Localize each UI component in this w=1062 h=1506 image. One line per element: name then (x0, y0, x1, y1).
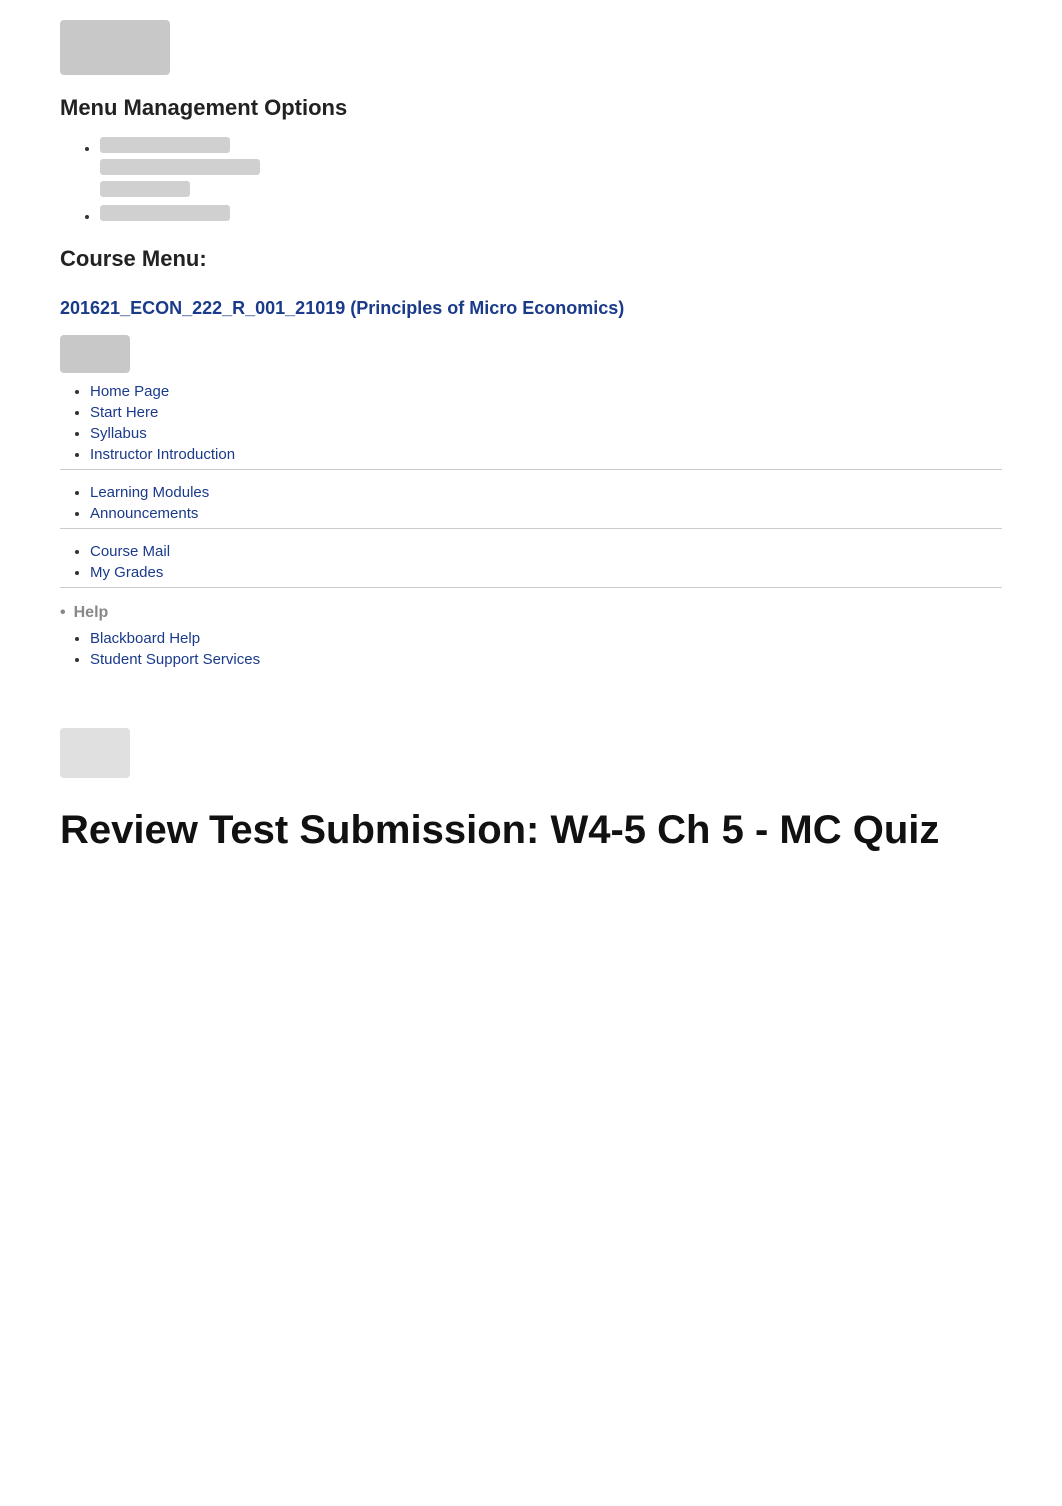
nav-divider-3 (60, 587, 1002, 588)
menu-management-item-1 (100, 137, 1002, 197)
nav-item-course-mail: Course Mail (90, 543, 1002, 560)
nav-link-learning-modules[interactable]: Learning Modules (90, 484, 209, 501)
nav-divider-1 (60, 469, 1002, 470)
course-link[interactable]: 201621_ECON_222_R_001_21019 (Principles … (60, 298, 624, 318)
nav-item-syllabus: Syllabus (90, 425, 1002, 442)
nav-item-home: Home Page (90, 383, 1002, 400)
blurred-item-1b (100, 159, 260, 175)
bullet-icon: • (60, 604, 66, 622)
page-main-title: Review Test Submission: W4-5 Ch 5 - MC Q… (60, 808, 1002, 853)
nav-item-learning-modules: Learning Modules (90, 484, 1002, 501)
nav-item-blackboard-help: Blackboard Help (90, 630, 1002, 647)
nav-group-3: Course Mail My Grades (60, 543, 1002, 588)
nav-item-my-grades: My Grades (90, 564, 1002, 581)
blurred-item-1a (100, 137, 230, 153)
nav-divider-2 (60, 528, 1002, 529)
nav-link-announcements[interactable]: Announcements (90, 505, 198, 522)
nav-item-student-support: Student Support Services (90, 651, 1002, 668)
nav-group-2: Learning Modules Announcements (60, 484, 1002, 529)
nav-link-instructor-intro[interactable]: Instructor Introduction (90, 446, 235, 463)
course-menu-heading: Course Menu: (60, 246, 1002, 272)
nav-link-home[interactable]: Home Page (90, 383, 169, 400)
blurred-item-1c (100, 181, 190, 197)
help-group: Blackboard Help Student Support Services (60, 630, 1002, 668)
top-logo (60, 20, 170, 75)
nav-link-blackboard-help[interactable]: Blackboard Help (90, 630, 200, 647)
menu-management-heading: Menu Management Options (60, 95, 1002, 121)
nav-item-instructor-intro: Instructor Introduction (90, 446, 1002, 463)
nav-link-course-mail[interactable]: Course Mail (90, 543, 170, 560)
help-section-heading: • Help (60, 604, 1062, 622)
menu-management-list (60, 137, 1002, 226)
nav-item-start-here: Start Here (90, 404, 1002, 421)
bottom-logo (60, 728, 130, 778)
menu-management-item-2 (100, 205, 1002, 226)
nav-link-start-here[interactable]: Start Here (90, 404, 158, 421)
nav-link-syllabus[interactable]: Syllabus (90, 425, 147, 442)
nav-link-my-grades[interactable]: My Grades (90, 564, 163, 581)
blurred-item-2 (100, 205, 230, 221)
nav-item-announcements: Announcements (90, 505, 1002, 522)
course-badge (60, 335, 130, 373)
nav-group-1: Home Page Start Here Syllabus Instructor… (60, 383, 1002, 470)
help-label: Help (74, 604, 109, 622)
nav-link-student-support[interactable]: Student Support Services (90, 651, 260, 668)
